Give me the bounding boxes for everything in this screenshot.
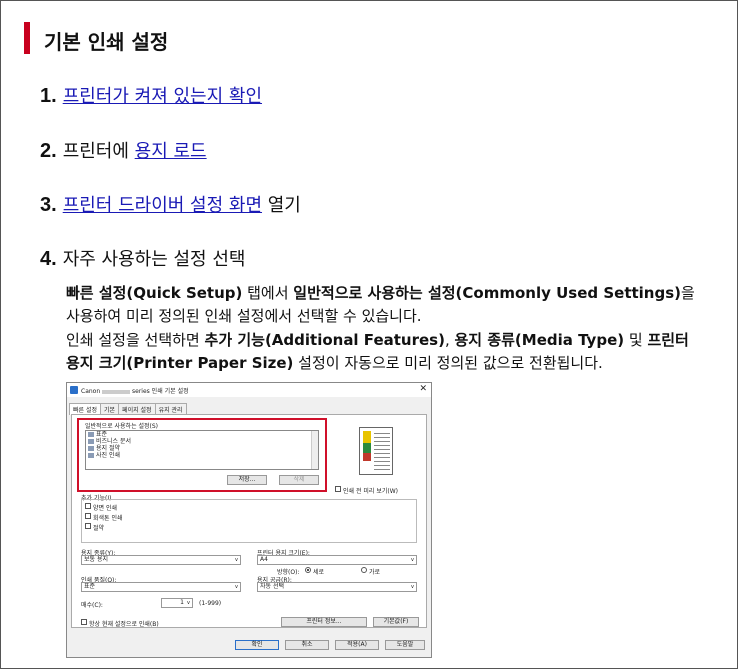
paper-source-select[interactable]: 자동 선택 (257, 582, 417, 592)
ok-button[interactable]: 확인 (235, 640, 279, 650)
copies-stepper[interactable]: 1 (161, 598, 193, 608)
help-button[interactable]: 도움말 (385, 640, 425, 650)
landscape-radio[interactable] (361, 567, 367, 573)
dialog-tabs: 빠른 설정 기본 페이지 설정 유지 관리 (69, 403, 187, 415)
step-4-text: 자주 사용하는 설정 선택 (62, 249, 246, 270)
copies-label: 매수(C): (81, 602, 103, 609)
desc-text: 탭에서 (242, 284, 294, 302)
printer-dialog-screenshot: Canon series 인쇄 기본 설정 ✕ 빠른 설정 기본 페이지 설정 유지 … (66, 382, 432, 658)
portrait-label: 세로 (313, 569, 325, 576)
step-number: 1. (40, 85, 57, 107)
step-1-link[interactable]: 프린터가 켜져 있는지 확인 (63, 86, 262, 107)
term-commonly-used: 일반적으로 사용하는 설정(Commonly Used Settings) (293, 284, 681, 302)
desc-text: 설정이 자동으로 미리 정의된 값으로 전환됩니다. (293, 354, 603, 372)
saving-checkbox[interactable] (85, 523, 91, 529)
redacted-model (102, 389, 131, 394)
print-preview-image (359, 427, 393, 475)
term-additional-features: 추가 기능(Additional Features) (204, 331, 445, 349)
copies-range: (1-999) (199, 600, 222, 607)
step-4: 4. 자주 사용하는 설정 선택 (40, 245, 245, 271)
preview-checkbox[interactable] (335, 486, 341, 492)
always-print-label: 항상 현재 설정으로 인쇄(B) (89, 621, 159, 628)
step-2-link[interactable]: 용지 로드 (135, 141, 207, 162)
title-accent-bar (24, 22, 30, 54)
print-quality-select[interactable]: 표준 (81, 582, 241, 592)
printer-icon (70, 386, 78, 394)
saving-label: 절약 (93, 525, 105, 532)
step-3-text: 열기 (262, 195, 301, 216)
step-2: 2. 프린터에 용지 로드 (40, 137, 207, 163)
defaults-button[interactable]: 기본값(F) (373, 617, 419, 627)
desc-text: 및 (624, 331, 648, 349)
term-quick-setup: 빠른 설정(Quick Setup) (66, 284, 243, 302)
step-number: 4. (40, 248, 57, 270)
section-title: 기본 인쇄 설정 (44, 30, 169, 54)
additional-features-box (81, 499, 417, 543)
desc-paragraph-2: 인쇄 설정을 선택하면 추가 기능(Additional Features), … (66, 329, 706, 375)
step-3: 3. 프린터 드라이버 설정 화면 열기 (40, 191, 301, 217)
landscape-label: 가로 (369, 569, 381, 576)
step-3-link[interactable]: 프린터 드라이버 설정 화면 (63, 195, 262, 216)
close-icon[interactable]: ✕ (419, 384, 427, 394)
printer-info-button[interactable]: 프린터 정보... (281, 617, 367, 627)
grayscale-checkbox[interactable] (85, 513, 91, 519)
grayscale-label: 회색톤 인쇄 (93, 515, 123, 522)
portrait-radio[interactable] (305, 567, 311, 573)
cancel-button[interactable]: 취소 (285, 640, 329, 650)
apply-button[interactable]: 적용(A) (335, 640, 379, 650)
desc-paragraph-1: 빠른 설정(Quick Setup) 탭에서 일반적으로 사용하는 설정(Com… (66, 282, 706, 328)
dialog-title: Canon series 인쇄 기본 설정 (81, 388, 189, 395)
media-type-select[interactable]: 보통 용지 (81, 555, 241, 565)
preview-checkbox-label: 인쇄 전 미리 보기(W) (343, 488, 398, 495)
desc-text: 인쇄 설정을 선택하면 (66, 331, 205, 349)
step-number: 2. (40, 140, 57, 162)
always-print-checkbox[interactable] (81, 619, 87, 625)
step-1: 1. 프린터가 켜져 있는지 확인 (40, 82, 262, 108)
step-4-description: 빠른 설정(Quick Setup) 탭에서 일반적으로 사용하는 설정(Com… (66, 282, 706, 375)
paper-size-select[interactable]: A4 (257, 555, 417, 565)
duplex-checkbox[interactable] (85, 503, 91, 509)
step-number: 3. (40, 194, 57, 216)
step-2-text: 프린터에 (62, 141, 135, 162)
duplex-label: 양면 인쇄 (93, 505, 117, 512)
term-media-type: 용지 종류(Media Type) (454, 331, 625, 349)
highlight-frame (77, 418, 327, 492)
desc-text: , (444, 331, 455, 349)
dialog-title-bar: Canon series 인쇄 기본 설정 ✕ (67, 383, 431, 397)
